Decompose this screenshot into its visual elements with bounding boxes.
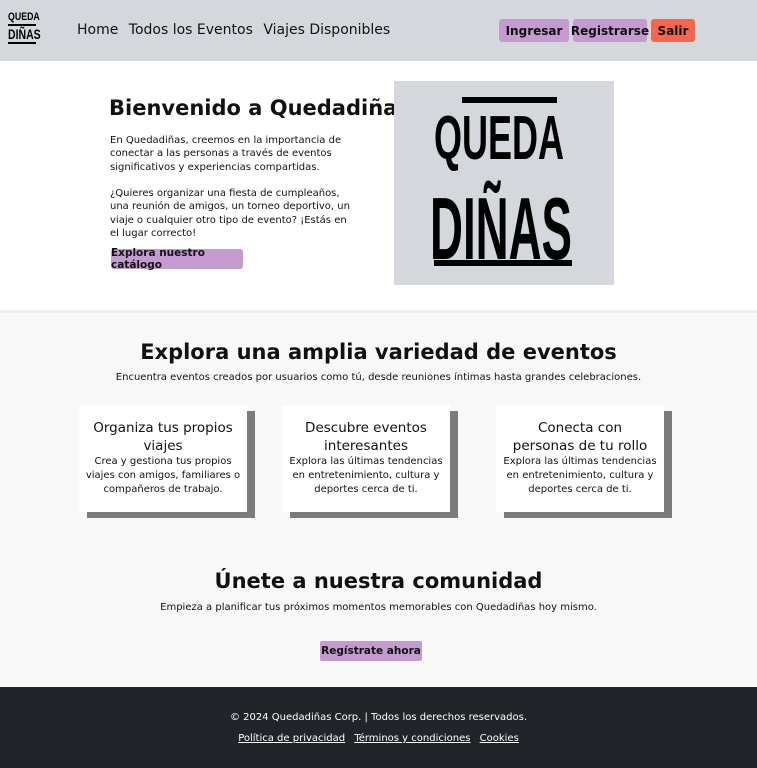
hero-logo-graphic: QUEDA DIÑAS <box>430 97 572 278</box>
hero-logo-image: QUEDA DIÑAS <box>394 81 614 285</box>
card-text: Explora las últimas tendencias en entret… <box>289 456 443 495</box>
footer-copyright: © 2024 Quedadiñas Corp. | Todos los dere… <box>229 712 528 723</box>
feature-card-viajes: Organiza tus propios viajes Crea y gesti… <box>79 405 247 512</box>
nav-link-todos-eventos[interactable]: Todos los Eventos <box>129 22 253 38</box>
features-title: Explora una amplia variedad de eventos <box>140 340 617 364</box>
main-nav: Home Todos los Eventos Viajes Disponible… <box>77 22 396 38</box>
logo-text-bottom: DIÑAS <box>8 26 41 42</box>
feature-card-conecta: Conecta con personas de tu rollo Explora… <box>496 405 664 512</box>
footer: © 2024 Quedadiñas Corp. | Todos los dere… <box>0 687 757 768</box>
footer-link-terms[interactable]: Términos y condiciones <box>354 733 470 744</box>
community-subtitle: Empieza a planificar tus próximos moment… <box>160 602 597 613</box>
card-title: Descubre eventos interesantes <box>305 420 427 454</box>
footer-link-cookies[interactable]: Cookies <box>480 733 519 744</box>
top-navbar: QUEDA DIÑAS Home Todos los Eventos Viaje… <box>0 0 757 61</box>
footer-link-privacy[interactable]: Política de privacidad <box>238 733 345 744</box>
community-title: Únete a nuestra comunidad <box>214 569 543 593</box>
nav-link-home[interactable]: Home <box>77 22 118 38</box>
card-text: Explora las últimas tendencias en entret… <box>503 456 657 495</box>
nav-link-viajes[interactable]: Viajes Disponibles <box>263 22 390 38</box>
feature-card-eventos: Descubre eventos interesantes Explora la… <box>282 405 450 512</box>
card-title: Organiza tus propios viajes <box>93 420 233 454</box>
logo-text-top: QUEDA <box>8 11 40 23</box>
explore-catalog-button[interactable]: Explora nuestro catálogo <box>111 247 243 271</box>
hero-paragraph-question: ¿Quieres organizar una fiesta de cumplea… <box>110 188 350 239</box>
hero-title: Bienvenido a Quedadiñas <box>109 96 410 120</box>
features-subtitle: Encuentra eventos creados por usuarios c… <box>115 372 642 383</box>
logout-button[interactable]: Salir <box>651 19 695 42</box>
register-button[interactable]: Registrarse <box>571 19 649 42</box>
site-logo[interactable]: QUEDA DIÑAS <box>8 11 41 48</box>
card-title: Conecta con personas de tu rollo <box>512 420 648 454</box>
hero-logo-text-top: QUEDA <box>434 104 564 173</box>
hero-paragraph-intro: En Quedadiñas, creemos en la importancia… <box>110 135 342 173</box>
card-text: Crea y gestiona tus propios viajes con a… <box>85 456 241 495</box>
logo-rule-bottom <box>8 42 36 44</box>
login-button[interactable]: Ingresar <box>499 19 569 42</box>
footer-links: Política de privacidad Términos y condic… <box>0 733 757 744</box>
register-now-button[interactable]: Regístrate ahora <box>320 641 422 661</box>
